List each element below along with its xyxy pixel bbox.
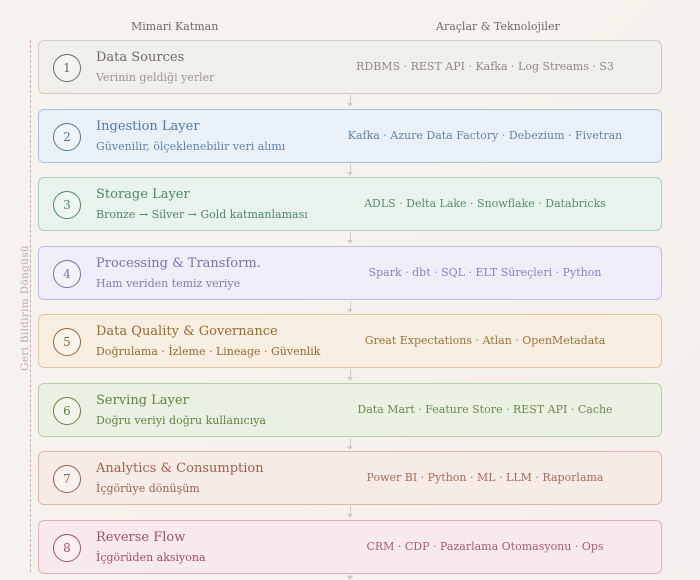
layer-title: Data Quality & Governance	[96, 324, 278, 339]
layer-number-badge: 1	[53, 54, 81, 82]
layer-tools: CRM · CDP · Pazarlama Otomasyonu · Ops	[366, 539, 604, 553]
layer-subtitle: Doğrulama · İzleme · Lineage · Güvenlik	[96, 345, 321, 358]
layer-card: 5 Data Quality & Governance Doğrulama · İz…	[38, 314, 662, 368]
layer-number-badge: 5	[53, 328, 81, 356]
layer-number-badge: 7	[53, 465, 81, 493]
layer-number-badge: 3	[53, 191, 81, 219]
layer-title: Data Sources	[96, 50, 185, 65]
flow-arrow	[347, 506, 353, 518]
flow-arrow	[347, 95, 353, 107]
flow-arrow	[347, 232, 353, 244]
layer-tools: Kafka · Azure Data Factory · Debezium · …	[347, 128, 623, 142]
layer-title: Ingestion Layer	[96, 118, 200, 134]
layer-number-badge: 6	[53, 396, 81, 425]
layer-tools: RDBMS · REST API · Kafka · Log Streams ·…	[356, 60, 614, 73]
layer-number-badge: 2	[53, 122, 81, 151]
layer-title: Serving Layer	[96, 392, 189, 408]
layer-card: 2 Ingestion Layer Güvenilir, ölçeklenebili…	[38, 108, 662, 163]
layer-subtitle: Güvenilir, ölçeklenebilir veri alımı	[96, 139, 286, 153]
layer-title: Reverse Flow	[96, 529, 186, 545]
flow-arrow	[347, 163, 353, 176]
layer-title: Storage Layer	[96, 187, 190, 202]
layer-card: 3 Storage Layer Bronze → Silver → Gold kat…	[38, 177, 662, 231]
layer-title: Processing & Transform.	[96, 255, 261, 271]
flow-arrow	[347, 437, 353, 450]
layer-card: 8 Reverse Flow İçgörüden aksiyona CRM · CDP…	[38, 519, 662, 574]
layer-tools: Great Expectations · Atlan · OpenMetadat…	[364, 334, 606, 347]
layer-subtitle: Doğru veriyi doğru kullanıcıya	[96, 413, 266, 427]
layer-card: 6 Serving Layer Doğru veriyi doğru kullanı…	[38, 382, 662, 437]
layer-subtitle: İçgörüye dönüşüm	[96, 482, 200, 495]
flow-arrow	[347, 369, 353, 381]
layer-tools: Power BI · Python · ML · LLM · Raporlama	[366, 471, 604, 484]
layer-card: 1 Data Sources Verinin geldiği yerler RDBMS…	[38, 40, 662, 94]
layer-subtitle: Verinin geldiği yerler	[96, 71, 215, 84]
layer-title: Analytics & Consumption	[96, 461, 264, 476]
feedback-loop-label: Geri Bildirim Döngüsü	[19, 245, 31, 371]
layer-card: 4 Processing & Transform. Ham veriden temi…	[38, 245, 662, 300]
tools-column-header: Araçlar & Teknolojiler	[436, 20, 560, 33]
layer-tools: Spark · dbt · SQL · ELT Süreçleri · Pyth…	[368, 265, 602, 279]
layer-subtitle: Bronze → Silver → Gold katmanlaması	[96, 208, 308, 221]
layer-tools: Data Mart · Feature Store · REST API · C…	[357, 402, 613, 416]
flow-arrow	[347, 300, 353, 313]
layer-tools: ADLS · Delta Lake · Snowflake · Databric…	[364, 197, 606, 210]
layer-card: 7 Analytics & Consumption İçgörüye dönüşüm…	[38, 451, 662, 505]
layer-column-header: Mimari Katman	[131, 20, 219, 33]
layer-number-badge: 8	[53, 533, 81, 562]
layer-number-badge: 4	[53, 259, 81, 288]
layer-subtitle: İçgörüden aksiyona	[96, 550, 206, 564]
layer-subtitle: Ham veriden temiz veriye	[96, 276, 241, 290]
